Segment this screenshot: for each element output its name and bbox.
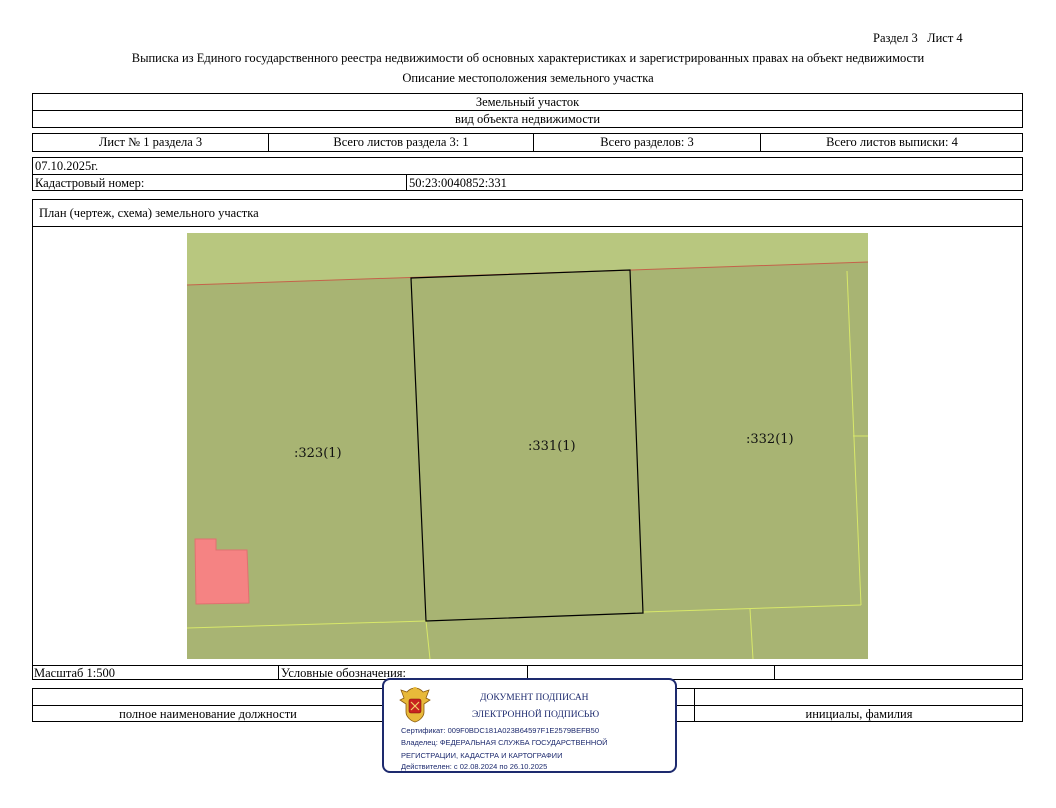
parcel-label-331: :331(1): [528, 439, 576, 454]
scale-label: Масштаб 1:500: [34, 666, 115, 680]
cadastral-number: 50:23:0040852:331: [409, 176, 507, 190]
position-caption: полное наименование должности: [119, 707, 297, 721]
parcel-label-323: :323(1): [294, 446, 342, 461]
total-sections: Всего разделов: 3: [600, 135, 694, 149]
stamp-valid: Действителен: с 02.08.2024 по 26.10.2025: [401, 762, 548, 771]
object-type-table: Земельный участок вид объекта недвижимос…: [32, 93, 1023, 128]
document-subtitle: Описание местоположения земельного участ…: [402, 71, 654, 85]
sheets-row: Лист № 1 раздела 3 Всего листов раздела …: [32, 133, 1023, 152]
object-type: Земельный участок: [475, 95, 580, 109]
name-caption: инициалы, фамилия: [805, 707, 913, 721]
cadastral-label: Кадастровый номер:: [35, 176, 145, 190]
sheet-of-section: Лист № 1 раздела 3: [98, 135, 203, 149]
eagle-emblem-icon: [399, 687, 431, 723]
info-table: 07.10.2025г. Кадастровый номер: 50:23:00…: [32, 157, 1023, 191]
stamp-line2: ЭЛЕКТРОННОЙ ПОДПИСЬЮ: [472, 710, 600, 720]
extract-date: 07.10.2025г.: [35, 159, 99, 173]
document-title: Выписка из Единого государственного реес…: [131, 51, 925, 65]
stamp-line1: ДОКУМЕНТ ПОДПИСАН: [480, 693, 589, 703]
plan-title-box: План (чертеж, схема) земельного участка: [32, 199, 1023, 227]
parcel-area: [187, 262, 868, 659]
stamp-owner2: РЕГИСТРАЦИИ, КАДАСТРА И КАРТОГРАФИИ: [401, 751, 563, 760]
plan-title: План (чертеж, схема) земельного участка: [39, 206, 259, 220]
stamp-owner1: Владелец: ФЕДЕРАЛЬНАЯ СЛУЖБА ГОСУДАРСТВЕ…: [401, 738, 608, 747]
total-sheets-extract: Всего листов выписки: 4: [826, 135, 958, 149]
stamp-certificate: Сертификат: 009F0BDC181A023B64597F1E2579…: [401, 726, 599, 735]
parcel-label-332: :332(1): [746, 432, 794, 447]
section-sheet-label: Раздел 3 Лист 4: [873, 31, 963, 45]
object-type-caption: вид объекта недвижимости: [454, 112, 601, 126]
total-sheets-section: Всего листов раздела 3: 1: [333, 135, 469, 149]
electronic-signature-stamp: ДОКУМЕНТ ПОДПИСАН ЭЛЕКТРОННОЙ ПОДПИСЬЮ С…: [382, 678, 677, 773]
